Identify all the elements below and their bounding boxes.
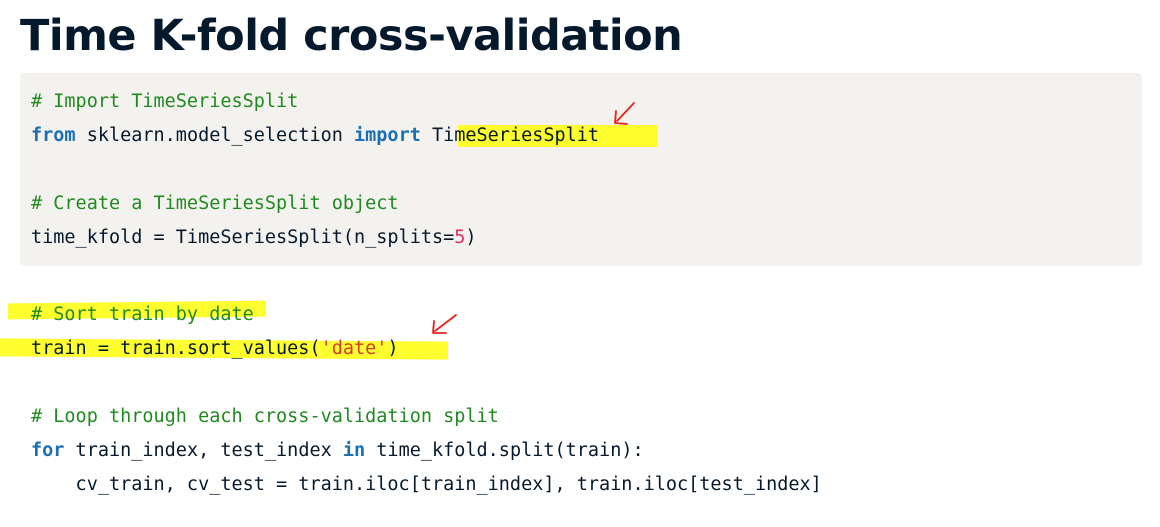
code-token-plain: train = train.sort_values( — [31, 338, 321, 359]
arrow-icon — [614, 102, 635, 125]
code-block-import: # Import TimeSeriesSplit from sklearn.mo… — [20, 73, 1142, 266]
code-token-keyword: in — [342, 440, 366, 461]
code-token-plain: ) — [465, 227, 477, 248]
code-token-comment: # Import TimeSeriesSplit — [31, 91, 299, 112]
code-token-string: 'date' — [320, 338, 388, 359]
code-line: # Loop through each cross-validation spl… — [31, 400, 499, 434]
code-line: from sklearn.model_selection import Time… — [31, 119, 599, 153]
code-token-keyword: from — [31, 125, 76, 146]
code-line: cv_train, cv_test = train.iloc[train_ind… — [31, 468, 822, 502]
code-token-plain: sklearn.model_selection — [75, 125, 355, 146]
code-line: # Sort train by date — [31, 298, 254, 332]
code-token-plain: cv_train, cv_test = train.iloc[train_ind… — [31, 474, 822, 495]
code-block-loop-content: # Sort train by date train = train.sort_… — [20, 286, 1142, 512]
code-token-number: 5 — [454, 227, 466, 248]
code-token-plain: train_index, test_index — [64, 440, 343, 461]
code-token-comment: # Loop through each cross-validation spl… — [31, 406, 499, 427]
code-token-keyword: for — [31, 440, 65, 461]
code-token-plain: time_kfold.split(train): — [365, 440, 644, 461]
page-title: Time K-fold cross-validation — [20, 11, 683, 61]
code-line: # Create a TimeSeriesSplit object — [31, 187, 399, 221]
code-token-plain: ) — [387, 338, 399, 359]
code-token-plain: TimeSeriesSplit — [420, 125, 600, 146]
code-token-keyword: import — [354, 125, 421, 146]
arrow-icon — [432, 314, 457, 334]
code-line: # Import TimeSeriesSplit — [31, 85, 298, 119]
code-token-plain: time_kfold = TimeSeriesSplit(n_splits= — [31, 227, 455, 248]
code-token-comment: # Create a TimeSeriesSplit object — [31, 193, 399, 214]
code-line: train = train.sort_values('date') — [31, 332, 399, 366]
code-line: time_kfold = TimeSeriesSplit(n_splits=5) — [31, 221, 477, 255]
code-token-comment: # Sort train by date — [31, 304, 254, 325]
code-line: for train_index, test_index in time_kfol… — [31, 434, 644, 468]
